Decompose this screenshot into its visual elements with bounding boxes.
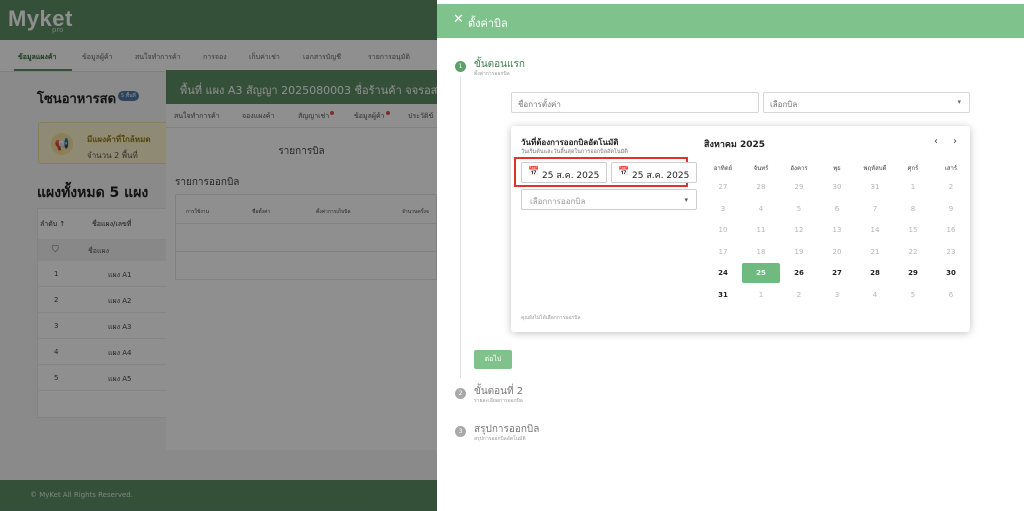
bill-type-placeholder: เลือกการออกบิล xyxy=(530,197,586,206)
chevron-down-icon: ▾ xyxy=(684,196,688,204)
calendar-day: 29 xyxy=(794,183,804,191)
calendar-day[interactable]: 9 xyxy=(932,199,970,219)
calendar-day: 3 xyxy=(834,290,840,299)
calendar-day[interactable]: 30 xyxy=(932,263,970,283)
weekday-header: จันทร์ xyxy=(753,165,769,172)
calendar-day[interactable]: 19 xyxy=(780,242,818,262)
setting-name-placeholder: ชื่อการตั้งค่า xyxy=(518,100,561,109)
step-2-subtitle: รายละเอียดการออกบิล xyxy=(474,398,523,404)
popup-note: คุณยังไม่ได้เลือกการออกบิล xyxy=(521,315,581,321)
calendar-day[interactable]: 24 xyxy=(704,263,742,283)
calendar-day[interactable]: 31 xyxy=(704,285,742,305)
calendar-day: 1 xyxy=(758,290,764,299)
calendar-day[interactable]: 1 xyxy=(894,177,932,197)
calendar-day: 2 xyxy=(796,290,802,299)
calendar-day[interactable]: 6 xyxy=(818,199,856,219)
calendar-day[interactable]: 15 xyxy=(894,220,932,240)
close-icon[interactable]: ✕ xyxy=(453,13,464,27)
calendar-icon: 📅 xyxy=(528,167,540,177)
calendar-day: 31 xyxy=(870,183,880,191)
calendar-day-selected[interactable]: 25 xyxy=(742,263,780,283)
end-date-input[interactable]: 📅 25 ส.ค. 2025 xyxy=(611,162,697,183)
calendar-day[interactable]: 3 xyxy=(704,199,742,219)
weekday-header: พุธ xyxy=(833,165,841,172)
calendar-day: 27 xyxy=(718,183,728,191)
calendar-day[interactable]: 8 xyxy=(894,199,932,219)
calendar-day: 4 xyxy=(872,290,878,299)
auto-bill-date-popup: วันที่ต้องการออกบิลอัตโนมัติ วันเริ่มต้น… xyxy=(511,126,970,332)
start-date-input[interactable]: 📅 25 ส.ค. 2025 xyxy=(521,162,607,183)
calendar-day[interactable]: 22 xyxy=(894,242,932,262)
calendar-day[interactable]: 14 xyxy=(856,220,894,240)
weekday-header: อาทิตย์ xyxy=(713,165,733,172)
bill-type-select[interactable]: เลือกการออกบิล ▾ xyxy=(521,189,697,210)
step-2-indicator: 2 xyxy=(455,388,466,399)
calendar-day[interactable]: 4 xyxy=(742,199,780,219)
bill-settings-drawer: ✕ ตั้งค่าบิล 1 ขั้นตอนแรก ตั้งค่าการออกบ… xyxy=(437,0,1024,511)
weekday-header: พฤหัสบดี xyxy=(863,165,887,172)
bill-select-dropdown[interactable]: เลือกบิล ▾ xyxy=(763,92,970,113)
drawer-header: ✕ ตั้งค่าบิล xyxy=(437,4,1024,38)
weekday-header: อังคาร xyxy=(790,165,808,172)
start-date-value: 25 ส.ค. 2025 xyxy=(542,171,600,181)
calendar-day[interactable]: 27 xyxy=(818,263,856,283)
modal-overlay[interactable] xyxy=(0,0,437,511)
step-1-indicator: 1 xyxy=(455,61,466,72)
calendar-day[interactable]: 20 xyxy=(818,242,856,262)
calendar-day[interactable]: 29 xyxy=(894,263,932,283)
calendar-day[interactable]: 21 xyxy=(856,242,894,262)
end-date-value: 25 ส.ค. 2025 xyxy=(632,171,690,181)
step-3-subtitle: สรุปการออกบิลอัตโนมัติ xyxy=(474,436,526,442)
setting-name-field[interactable]: ชื่อการตั้งค่า xyxy=(511,92,759,113)
step-3-indicator: 3 xyxy=(455,426,466,437)
calendar-day[interactable]: 2 xyxy=(932,177,970,197)
calendar-day: 6 xyxy=(948,290,954,299)
calendar-day[interactable]: 12 xyxy=(780,220,818,240)
calendar-day: 30 xyxy=(832,183,842,191)
drawer-title: ตั้งค่าบิล xyxy=(468,17,508,30)
calendar-day[interactable]: 7 xyxy=(856,199,894,219)
popup-subtitle: วันเริ่มต้นและวันสิ้นสุดในการออกบิลอัตโน… xyxy=(521,149,628,155)
next-button[interactable]: ต่อไป xyxy=(474,350,512,369)
calendar-day[interactable]: 16 xyxy=(932,220,970,240)
chevron-down-icon: ▾ xyxy=(957,98,961,106)
step-1-subtitle: ตั้งค่าการออกบิล xyxy=(474,71,510,77)
calendar-day: 28 xyxy=(756,183,766,191)
calendar-day[interactable]: 11 xyxy=(742,220,780,240)
weekday-header: เสาร์ xyxy=(944,165,958,172)
calendar-day[interactable]: 18 xyxy=(742,242,780,262)
chevron-left-icon[interactable]: ‹ xyxy=(934,136,938,147)
calendar-icon: 📅 xyxy=(618,167,630,177)
calendar-day[interactable]: 28 xyxy=(856,263,894,283)
calendar-day[interactable]: 26 xyxy=(780,263,818,283)
chevron-right-icon[interactable]: › xyxy=(953,136,957,147)
weekday-header: ศุกร์ xyxy=(907,165,919,172)
calendar-day[interactable]: 17 xyxy=(704,242,742,262)
stepper-line xyxy=(460,76,461,378)
calendar-day: 5 xyxy=(910,290,916,299)
calendar-day[interactable]: 10 xyxy=(704,220,742,240)
calendar-day[interactable]: 13 xyxy=(818,220,856,240)
bill-select-placeholder: เลือกบิล xyxy=(770,100,798,109)
calendar-day[interactable]: 5 xyxy=(780,199,818,219)
calendar-day[interactable]: 23 xyxy=(932,242,970,262)
calendar-month: สิงหาคม 2025 xyxy=(704,140,766,150)
